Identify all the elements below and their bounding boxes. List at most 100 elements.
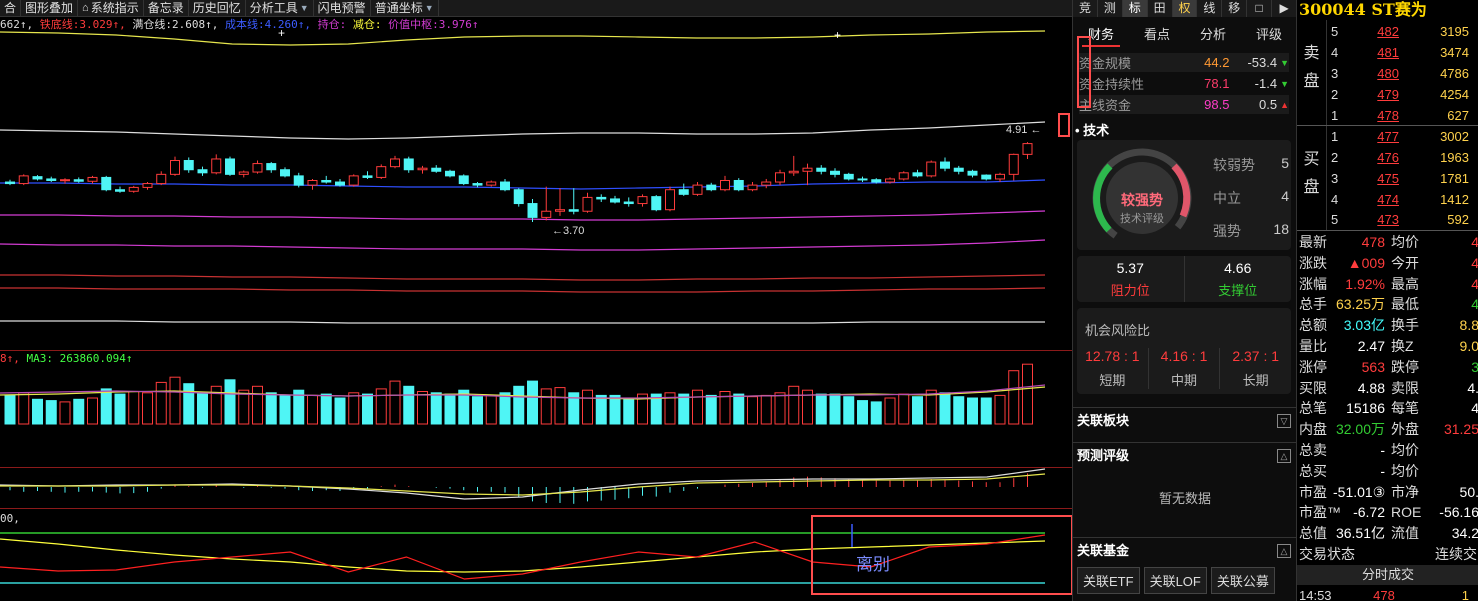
bid-button[interactable]: 竞 bbox=[1073, 0, 1098, 17]
sell-row-3[interactable]: 3 480 4786 bbox=[1327, 63, 1478, 84]
toolbar-item-alert[interactable]: 闪电预警 bbox=[314, 0, 371, 16]
volume-bar bbox=[87, 397, 98, 425]
upper-channel-line bbox=[0, 30, 1046, 46]
move-button[interactable]: 移 bbox=[1222, 0, 1248, 17]
quote-label: 总值 bbox=[1299, 525, 1327, 542]
chevron-down-icon[interactable]: ▽ bbox=[1277, 414, 1291, 428]
tab-analysis[interactable]: 分析 bbox=[1194, 22, 1232, 47]
volume-bar bbox=[73, 398, 85, 425]
toolbar-item-coordinate[interactable]: 普通坐标 ▼ bbox=[371, 0, 439, 16]
toolbar-item-overlay[interactable]: 图形叠加 bbox=[21, 0, 79, 16]
ind-jian-cang-label: 减仓: bbox=[352, 18, 382, 31]
volume-bar bbox=[18, 392, 30, 425]
volume-bar bbox=[705, 394, 717, 425]
resistance-level: 5.37 阻力位 bbox=[1077, 256, 1185, 302]
osc-header: 00, bbox=[0, 512, 20, 525]
buy-row-1[interactable]: 1 477 3002 bbox=[1327, 126, 1478, 147]
panel-separator bbox=[0, 508, 1072, 509]
window-icon[interactable]: □ bbox=[1247, 0, 1273, 17]
tab-rating[interactable]: 评级 bbox=[1250, 22, 1288, 47]
candle bbox=[5, 181, 15, 185]
quote-label: 涨停 bbox=[1299, 358, 1327, 375]
toolbar-item-analysis-tools[interactable]: 分析工具 ▼ bbox=[246, 0, 314, 16]
buy-row-5[interactable]: 5 473 592 bbox=[1327, 209, 1478, 230]
quote-value: 4 bbox=[1423, 398, 1478, 419]
buy-row-3[interactable]: 3 475 1781 bbox=[1327, 168, 1478, 189]
toolbar-item-history[interactable]: 历史回忆 bbox=[189, 0, 246, 16]
quote-value: 36.51亿 bbox=[1335, 525, 1385, 542]
forecast-header[interactable]: 预测评级 △ bbox=[1073, 442, 1297, 468]
grid-button[interactable]: 田 bbox=[1148, 0, 1173, 17]
candle bbox=[362, 175, 373, 178]
public-fund-button[interactable]: 关联公募 bbox=[1210, 567, 1275, 594]
gauge-level-strong: 强势 18 bbox=[1213, 221, 1289, 241]
fund-row-scale: 资金规模 44.2 -53.4 ▼ bbox=[1079, 53, 1289, 72]
ind-tie-di-value: 3.029↑, bbox=[79, 18, 126, 31]
level: 3 bbox=[1331, 171, 1339, 186]
quote-label: 跌停 bbox=[1391, 358, 1419, 375]
quote-label: 均价 bbox=[1391, 442, 1419, 458]
fund-row-mainline: 主线资金 98.5 0.5 ▲ bbox=[1079, 95, 1289, 114]
toolbar-item-label: 备忘录 bbox=[147, 0, 184, 15]
kline-chart[interactable]: + +4.91 ← ←3.70 8↑, MA3: 263860.094↑ 00, 离… bbox=[0, 17, 1073, 601]
toolbar-item-indicator[interactable]: ⌂ 系统指示 bbox=[78, 0, 144, 16]
chevron-up-icon[interactable]: △ bbox=[1277, 449, 1291, 463]
risk-value: 12.78 : 1 bbox=[1085, 348, 1140, 364]
level: 4 bbox=[1331, 45, 1339, 60]
candle bbox=[761, 181, 772, 186]
support-level: 4.66 支撑位 bbox=[1185, 256, 1292, 302]
quote-row: 总额 3.03亿 换手 8.8 bbox=[1299, 315, 1478, 336]
candle bbox=[307, 179, 318, 186]
fund-buttons: 关联ETF 关联LOF 关联公募 bbox=[1077, 567, 1279, 594]
candle bbox=[156, 173, 167, 185]
rights-button[interactable]: 权 bbox=[1172, 0, 1198, 17]
fund-row-change: 0.5 bbox=[1259, 97, 1278, 112]
volume-bar bbox=[939, 392, 951, 425]
lof-button[interactable]: 关联LOF bbox=[1143, 567, 1207, 594]
tab-highlights[interactable]: 看点 bbox=[1138, 22, 1176, 47]
sell-row-2[interactable]: 2 479 4254 bbox=[1327, 84, 1478, 105]
candle bbox=[390, 158, 400, 168]
etf-button[interactable]: 关联ETF bbox=[1077, 567, 1140, 594]
panel-toolbar: 竞 测 标 田 权 线 移 □ ▶ bbox=[1073, 0, 1298, 17]
related-fund-header[interactable]: 关联基金 △ bbox=[1073, 537, 1297, 563]
gauge-level-label: 较弱势 bbox=[1213, 157, 1255, 173]
mark-button[interactable]: 标 bbox=[1122, 0, 1148, 17]
candle bbox=[87, 176, 98, 182]
buy-row-2[interactable]: 2 476 1963 bbox=[1327, 147, 1478, 168]
fund-row-label: 主线资金 bbox=[1079, 98, 1132, 113]
tick-price: 478 bbox=[1373, 588, 1395, 601]
candle bbox=[802, 167, 813, 172]
sell-row-5[interactable]: 5 482 3195 bbox=[1327, 21, 1478, 42]
test-button[interactable]: 测 bbox=[1098, 0, 1123, 17]
quote-value: 15186 bbox=[1346, 400, 1385, 417]
level: 2 bbox=[1331, 87, 1339, 102]
play-icon[interactable]: ▶ bbox=[1272, 0, 1298, 17]
chevron-up-icon[interactable]: △ bbox=[1277, 544, 1291, 558]
sell-row-4[interactable]: 4 481 3474 bbox=[1327, 42, 1478, 63]
toolbar-item-memo[interactable]: 备忘录 bbox=[144, 0, 189, 16]
volume-bar bbox=[279, 394, 291, 425]
candle bbox=[60, 179, 70, 182]
volume-bar bbox=[857, 400, 868, 425]
buy-row-4[interactable]: 4 474 1412 bbox=[1327, 189, 1478, 210]
quote-row: 最新 478 均价4 bbox=[1299, 232, 1478, 253]
quote-label: 均价 bbox=[1391, 234, 1419, 250]
volume-bar bbox=[513, 385, 525, 425]
toolbar-item-combo[interactable]: 合 bbox=[0, 0, 22, 16]
stock-name: ST赛为 bbox=[1371, 0, 1427, 19]
volume-bar bbox=[472, 396, 483, 425]
sell-row-1[interactable]: 1 478 627 bbox=[1327, 105, 1478, 126]
ticks-header[interactable]: 分时成交 bbox=[1297, 565, 1478, 585]
volume-bar bbox=[417, 391, 428, 425]
related-sector-header[interactable]: 关联板块 ▽ bbox=[1073, 407, 1297, 433]
volume-bar bbox=[238, 389, 250, 425]
line-button[interactable]: 线 bbox=[1197, 0, 1223, 17]
risk-term: 中期 bbox=[1171, 373, 1198, 388]
stock-title: 300044 ST赛为 bbox=[1297, 0, 1478, 19]
quote-value: 3 bbox=[1423, 357, 1478, 378]
candle bbox=[967, 170, 978, 176]
price: 473 bbox=[1377, 212, 1399, 227]
volume-bar bbox=[307, 394, 318, 425]
volume-bar bbox=[403, 385, 415, 425]
